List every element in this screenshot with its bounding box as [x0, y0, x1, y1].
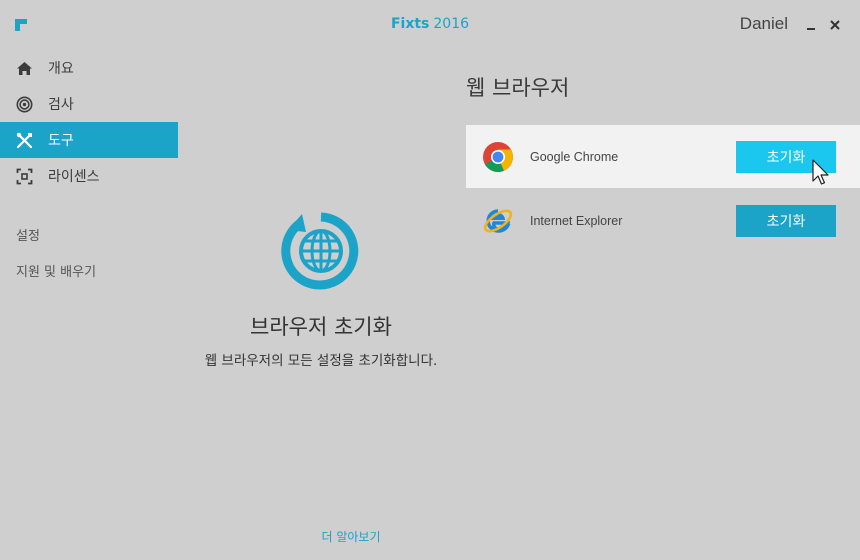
home-icon — [16, 60, 33, 77]
minimize-icon[interactable] — [802, 16, 820, 34]
browser-reset-globe-icon — [281, 212, 359, 290]
license-scan-icon — [16, 168, 33, 185]
close-icon[interactable] — [826, 16, 844, 34]
sidebar-secondary-links: 설정 지원 및 배우기 — [16, 229, 96, 301]
sidebar-item-settings[interactable]: 설정 — [16, 229, 96, 265]
sidebar-item-tools[interactable]: 도구 — [0, 122, 178, 158]
sidebar-nav: 개요 검사 도구 라이센스 — [0, 50, 178, 194]
app-year: 2016 — [433, 16, 470, 32]
mouse-cursor-icon — [812, 159, 829, 185]
sidebar-item-label: 검사 — [48, 97, 74, 113]
feature-description: 웹 브라우저의 모든 설정을 초기화합니다. — [204, 353, 438, 369]
sidebar-item-scan[interactable]: 검사 — [0, 86, 178, 122]
chrome-icon — [483, 141, 513, 172]
reset-ie-button[interactable]: 초기화 — [736, 204, 836, 237]
sidebar-item-support[interactable]: 지원 및 배우기 — [16, 265, 96, 301]
feature-panel: 브라우저 초기화 웹 브라우저의 모든 설정을 초기화합니다. — [178, 210, 464, 369]
app-title: Fixts 2016 — [0, 16, 860, 32]
sidebar-item-label: 개요 — [48, 61, 74, 77]
sidebar-item-license[interactable]: 라이센스 — [0, 158, 178, 194]
browser-row-ie: Internet Explorer 초기화 — [466, 189, 860, 252]
scan-target-icon — [16, 96, 33, 113]
tools-icon — [16, 132, 33, 149]
internet-explorer-icon — [483, 208, 513, 233]
sidebar-item-label: 라이센스 — [48, 169, 100, 185]
app-brand: Fixts — [390, 16, 430, 32]
sidebar-item-label: 도구 — [48, 133, 74, 149]
sidebar-item-overview[interactable]: 개요 — [0, 50, 178, 86]
user-name[interactable]: Daniel — [740, 14, 788, 34]
feature-title: 브라우저 초기화 — [250, 315, 392, 339]
browsers-section-title: 웹 브라우저 — [466, 76, 570, 100]
learn-more-link[interactable]: 더 알아보기 — [178, 528, 524, 545]
browser-row-chrome: Google Chrome 초기화 — [466, 125, 860, 188]
